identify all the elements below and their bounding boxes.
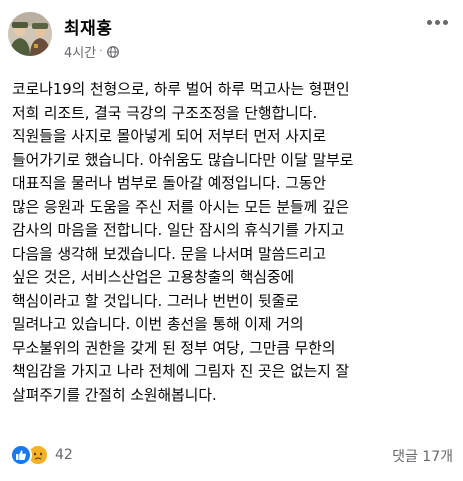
facebook-post: 최재홍 4시간 · 코로나19의 천형으로, 하루 벌어 하루 먹고사는 형편인…: [0, 0, 463, 481]
more-options-icon[interactable]: [421, 12, 453, 32]
post-text-line: 싶은 것은, 서비스산업은 고용창출의 핵심중에: [12, 269, 295, 286]
post-text-line: 직원들을 사지로 몰아넣게 되어 저부터 먼저 사지로: [12, 128, 327, 145]
reaction-summary[interactable]: 42: [10, 444, 73, 466]
post-footer: 42 댓글 17개: [8, 440, 455, 468]
post-text-line: 저희 리조트, 결국 극강의 구조조정을 단행합니다.: [12, 104, 318, 122]
post-text-line: 핵심이라고 할 것입니다. 그러나 번번이 뒷줄로: [12, 292, 299, 310]
post-text-line: 감사의 마음을 전합니다. 일단 잠시의 휴식기를 가지고: [12, 222, 345, 239]
post-text-line: 코로나19의 천형으로, 하루 벌어 하루 먹고사는 형편인: [12, 81, 350, 98]
post-text-line: 다음을 생각해 보겠습니다. 문을 나서며 말씀드리고: [12, 245, 327, 263]
post-header: 최재홍 4시간 ·: [8, 8, 455, 61]
comment-count-link[interactable]: 댓글 17개: [392, 446, 453, 466]
post-text-line: 무소불위의 권한을 갖게 된 정부 여당, 그만큼 무한의: [12, 339, 336, 357]
post-text-line: 대표직을 물러나 범부로 돌아갈 예정입니다. 그동안: [12, 175, 327, 192]
post-body: 코로나19의 천형으로, 하루 벌어 하루 먹고사는 형편인 저희 리조트, 결…: [12, 78, 455, 407]
reaction-count: 42: [55, 447, 73, 463]
post-text-line: 밀려나고 있습니다. 이번 총선을 통해 이제 거의: [12, 316, 304, 333]
like-icon: [10, 444, 32, 466]
author-avatar[interactable]: [8, 12, 52, 56]
post-text-line: 들어가기로 했습니다. 아쉬움도 많습니다만 이달 말부로: [12, 151, 354, 169]
post-time[interactable]: 4시간: [64, 42, 96, 61]
post-text-line: 많은 응원과 도움을 주신 저를 아시는 모든 분들께 깊은: [12, 198, 350, 216]
meta-separator: ·: [99, 46, 103, 57]
post-text-line: 살펴주기를 간절히 소원해봅니다.: [12, 386, 217, 404]
avatar-photo: [8, 12, 52, 56]
post-meta: 4시간 ·: [64, 42, 120, 61]
author-name[interactable]: 최재홍: [64, 14, 112, 39]
globe-icon[interactable]: [107, 45, 120, 58]
post-text-line: 책임감을 가지고 나라 전체에 그림자 진 곳은 없는지 잘: [12, 363, 350, 380]
